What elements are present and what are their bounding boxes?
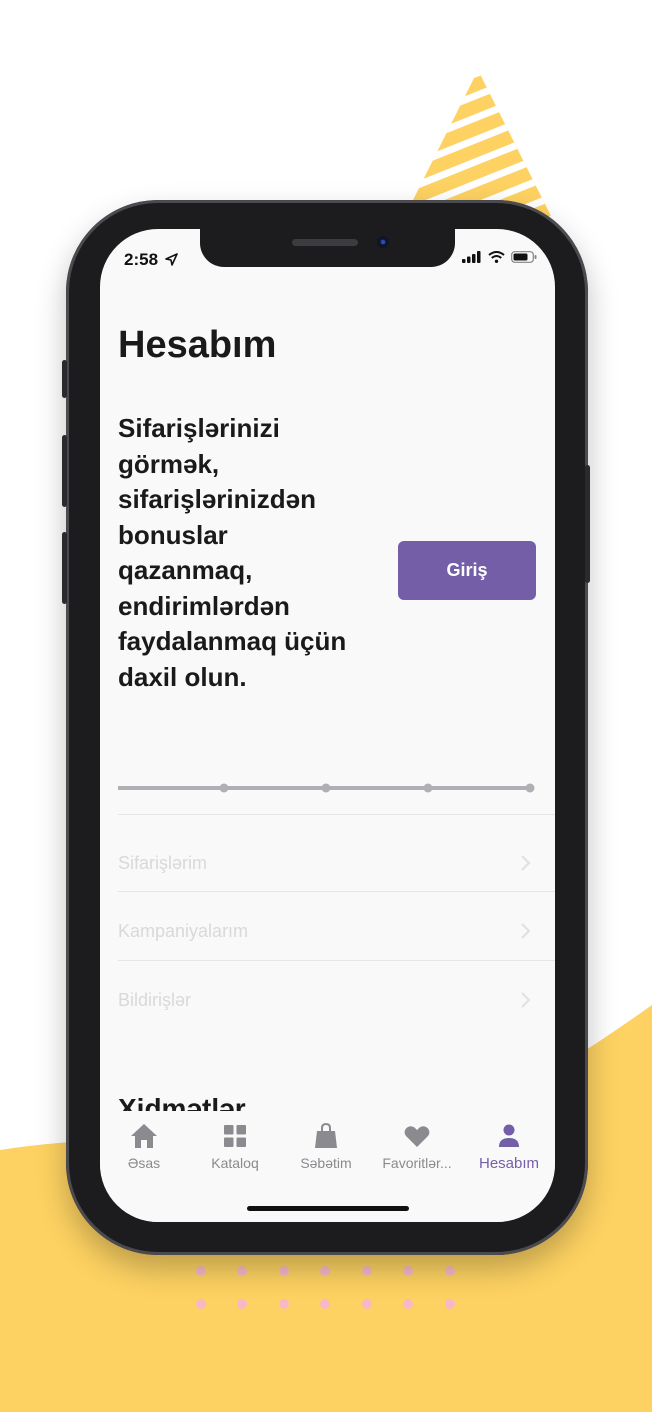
- page-title: Hesabım: [118, 324, 277, 366]
- status-time: 2:58: [124, 250, 178, 270]
- signal-icon: [462, 251, 481, 263]
- battery-icon: [511, 251, 537, 263]
- power-button: [585, 465, 590, 583]
- volume-up-button: [62, 435, 67, 507]
- notch: [200, 229, 455, 267]
- tab-label: Hesabım: [478, 1155, 540, 1172]
- phone-screen: 2:58 Hesabım Sifarişlərinizi görmək, sif…: [100, 229, 555, 1222]
- wifi-icon: [488, 251, 505, 263]
- tab-account[interactable]: Hesabım: [464, 1121, 554, 1172]
- menu-item-label: Kampaniyalarım: [118, 920, 249, 941]
- shopping-bag-icon: [315, 1123, 337, 1148]
- menu-item-notifications[interactable]: Bildirişlər: [118, 980, 532, 1020]
- divider: [118, 814, 555, 815]
- tab-label: Əsas: [127, 1155, 161, 1171]
- dots-pattern: [196, 1266, 466, 1312]
- chevron-right-icon: [521, 923, 531, 939]
- tab-cart[interactable]: Səbətim: [281, 1121, 371, 1171]
- divider: [118, 960, 555, 961]
- grid-icon: [224, 1125, 246, 1147]
- location-arrow-icon: [164, 253, 178, 266]
- home-indicator: [247, 1206, 409, 1211]
- menu-item-label: Sifarişlərim: [118, 852, 208, 873]
- heart-icon: [404, 1125, 430, 1147]
- menu-item-orders[interactable]: Sifarişlərim: [118, 843, 532, 883]
- tab-home[interactable]: Əsas: [100, 1121, 189, 1171]
- camera: [377, 236, 389, 248]
- menu-item-label: Bildirişlər: [118, 989, 192, 1010]
- loyalty-progress-track: [118, 783, 535, 793]
- menu-item-campaigns[interactable]: Kampaniyalarım: [118, 911, 532, 951]
- login-button[interactable]: Giriş: [398, 541, 536, 600]
- divider: [118, 891, 555, 892]
- tab-label: Kataloq: [211, 1155, 259, 1171]
- tab-label: Favoritlər...: [382, 1155, 452, 1171]
- chevron-right-icon: [521, 992, 531, 1008]
- silent-switch: [62, 360, 67, 398]
- tab-label: Səbətim: [300, 1155, 352, 1171]
- tab-catalog[interactable]: Kataloq: [190, 1121, 280, 1171]
- status-icons: [462, 251, 537, 263]
- home-icon: [131, 1124, 157, 1148]
- person-icon: [499, 1124, 519, 1147]
- chevron-right-icon: [521, 855, 531, 871]
- speaker: [292, 239, 358, 246]
- volume-down-button: [62, 532, 67, 604]
- tab-favorites[interactable]: Favoritlər...: [372, 1121, 462, 1171]
- login-prompt-text: Sifarişlərinizi görmək, sifarişlərinizdə…: [118, 413, 347, 692]
